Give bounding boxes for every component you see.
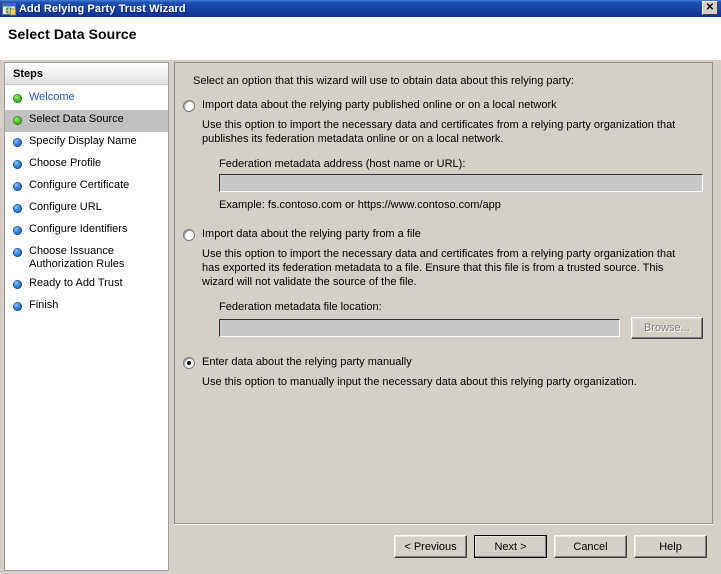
radio-import-online-icon[interactable] [183,100,195,112]
option-import-file-description: Use this option to import the necessary … [202,248,676,288]
option-import-online-description: Use this option to import the necessary … [202,119,676,145]
option-import-online: Import data about the relying party publ… [183,99,703,211]
sidebar-item-label: Ready to Add Trust [29,277,123,289]
steps-header: Steps [5,63,168,85]
option-manual-entry: Enter data about the relying party manua… [183,356,703,389]
content-inner: Select an option that this wizard will u… [174,62,713,524]
step-bullet-icon [13,248,22,257]
sidebar-item-label: Choose Profile [29,157,102,169]
option-manual-entry-description: Use this option to manually input the ne… [202,376,637,388]
step-bullet-icon [13,116,22,125]
header-band: Select Data Source [0,17,721,60]
radio-row-manual-entry[interactable]: Enter data about the relying party manua… [183,356,703,369]
radio-row-import-online[interactable]: Import data about the relying party publ… [183,99,703,112]
footer-button-group: < Previous Next > Cancel Help [394,535,707,558]
radio-row-import-file[interactable]: Import data about the relying party from… [183,228,703,241]
option-import-file: Import data about the relying party from… [183,228,703,339]
help-button[interactable]: Help [634,535,707,558]
sidebar-item-label: Specify Display Name [29,135,137,147]
step-bullet-icon [13,302,22,311]
sidebar-item-label: Configure Certificate [29,179,130,191]
cancel-button[interactable]: Cancel [554,535,627,558]
wizard-window-icon [2,2,16,16]
page-title: Select Data Source [8,26,137,42]
step-bullet-icon [13,182,22,191]
next-button[interactable]: Next > [474,535,547,558]
federation-metadata-address-row [219,174,703,192]
step-bullet-icon [13,226,22,235]
sidebar-item-label: Configure URL [29,201,102,213]
sidebar-item-welcome[interactable]: Welcome [5,88,168,110]
browse-button[interactable]: Browse... [630,317,703,339]
step-bullet-icon [13,94,22,103]
right-gutter [717,62,721,571]
federation-metadata-address-input[interactable] [219,174,703,192]
wizard-window: Add Relying Party Trust Wizard ✕ Select … [0,0,721,574]
federation-metadata-address-example: Example: fs.contoso.com or https://www.c… [219,199,501,211]
sidebar-item-configure-certificate[interactable]: Configure Certificate [5,176,168,198]
steps-header-label: Steps [13,67,43,80]
radio-manual-entry-icon[interactable] [183,357,195,369]
sidebar-item-label: Finish [29,299,59,311]
sidebar-item-configure-url[interactable]: Configure URL [5,198,168,220]
sidebar-item-label: Choose Issuance Authorization Rules [29,245,125,270]
step-bullet-icon [13,160,22,169]
title-bar: Add Relying Party Trust Wizard ✕ [0,0,721,17]
sidebar-item-label: Configure Identifiers [29,223,128,235]
radio-import-online-label: Import data about the relying party publ… [202,99,557,111]
radio-manual-entry-label: Enter data about the relying party manua… [202,356,412,368]
footer-bar: < Previous Next > Cancel Help [174,525,713,571]
sidebar-item-label: Select Data Source [29,113,124,125]
body-area: Steps Welcome Select Data Source Specify… [0,60,721,574]
sidebar-item-choose-issuance-authorization-rules[interactable]: Choose Issuance Authorization Rules [5,242,168,274]
sidebar-item-label: Welcome [29,91,75,103]
previous-button[interactable]: < Previous [394,535,467,558]
steps-sidebar: Steps Welcome Select Data Source Specify… [4,62,169,571]
step-bullet-icon [13,204,22,213]
step-bullet-icon [13,280,22,289]
federation-metadata-file-row: Browse... [219,317,703,339]
sidebar-item-choose-profile[interactable]: Choose Profile [5,154,168,176]
radio-import-file-label: Import data about the relying party from… [202,228,421,240]
step-bullet-icon [13,138,22,147]
sidebar-item-select-data-source[interactable]: Select Data Source [5,110,168,132]
sidebar-item-finish[interactable]: Finish [5,296,168,318]
federation-metadata-file-label: Federation metadata file location: [219,301,382,313]
close-button[interactable]: ✕ [702,1,718,15]
federation-metadata-address-label: Federation metadata address (host name o… [219,158,466,170]
window-title: Add Relying Party Trust Wizard [19,2,186,15]
sidebar-item-configure-identifiers[interactable]: Configure Identifiers [5,220,168,242]
sidebar-item-specify-display-name[interactable]: Specify Display Name [5,132,168,154]
federation-metadata-file-input[interactable] [219,319,620,337]
sidebar-item-ready-to-add-trust[interactable]: Ready to Add Trust [5,274,168,296]
close-icon: ✕ [705,2,715,13]
intro-text: Select an option that this wizard will u… [193,75,574,87]
radio-import-file-icon[interactable] [183,229,195,241]
steps-list: Welcome Select Data Source Specify Displ… [5,85,168,318]
content-panel: Select an option that this wizard will u… [174,62,717,571]
